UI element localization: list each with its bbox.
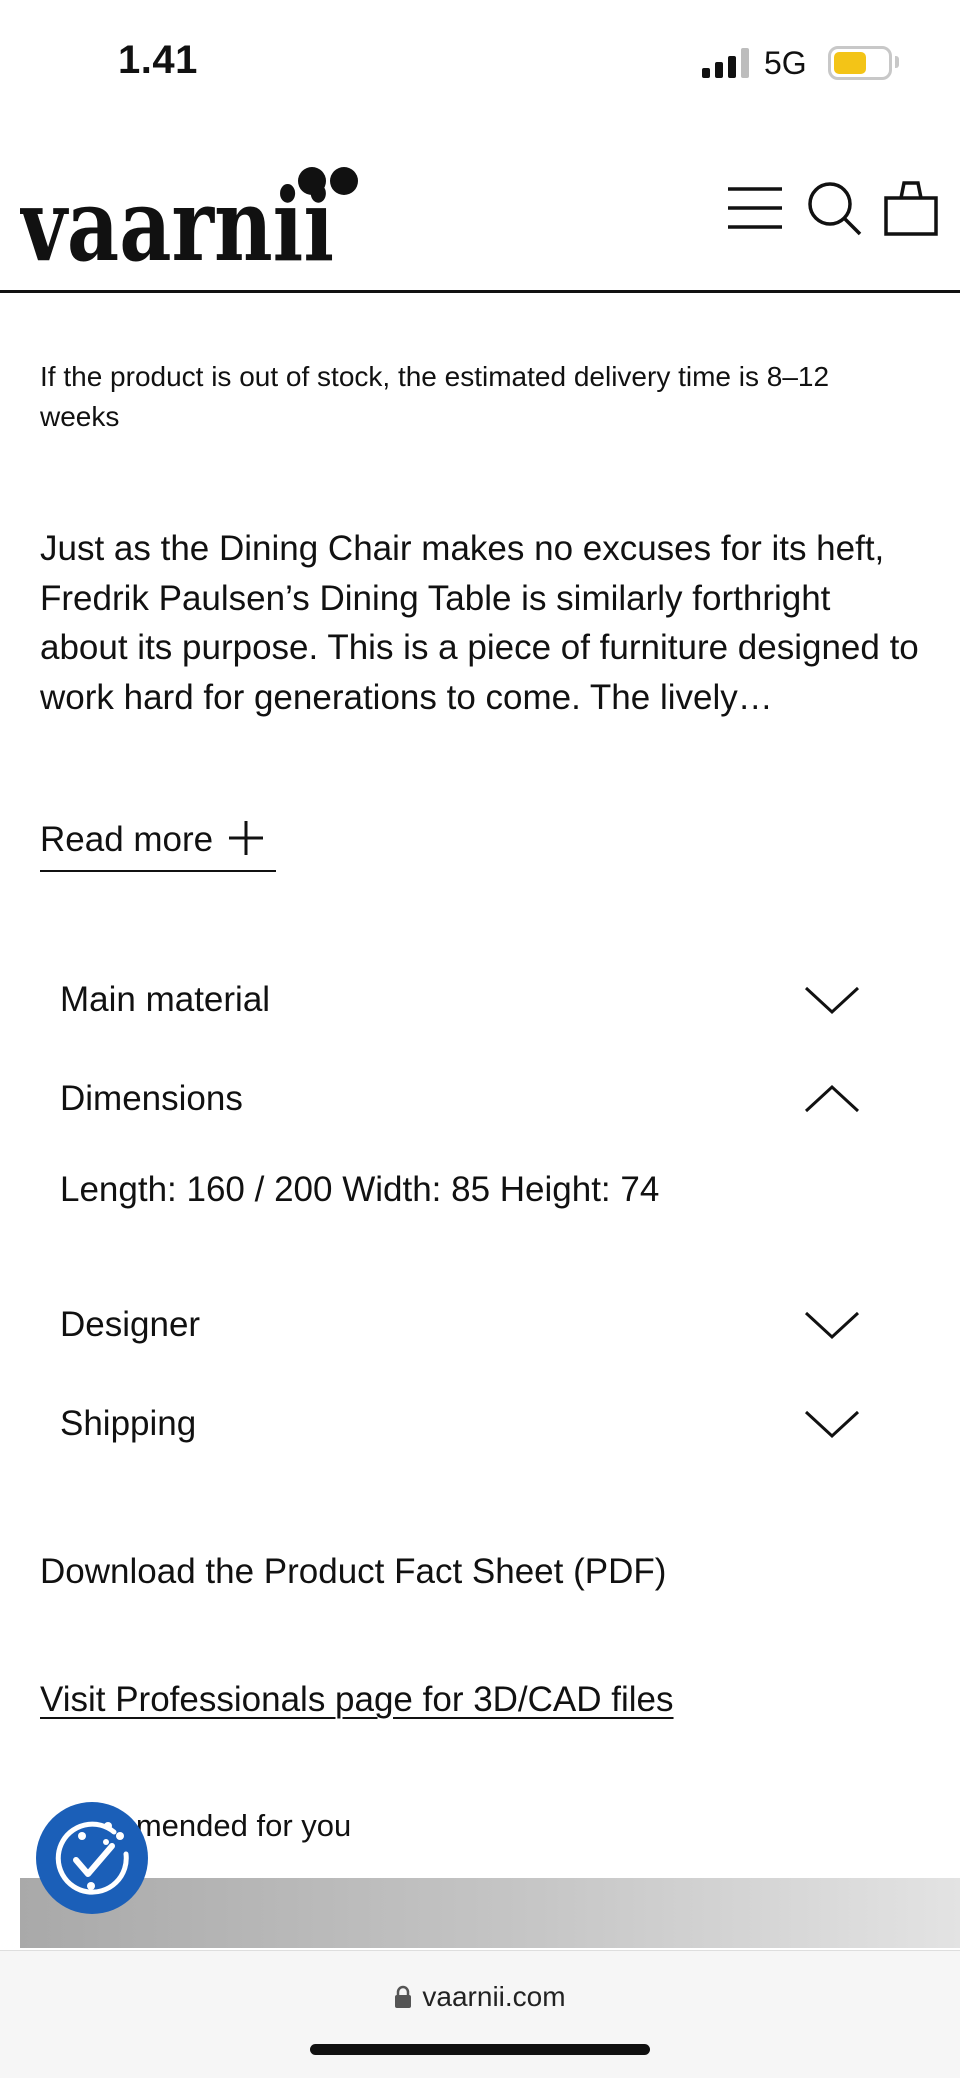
accordion-label: Shipping [60, 1404, 197, 1443]
chevron-down-icon [804, 986, 860, 1015]
battery-icon [828, 46, 892, 80]
accordion-designer[interactable]: Designer [60, 1295, 860, 1355]
recommended-product-image[interactable] [20, 1878, 960, 1948]
chevron-down-icon [804, 1410, 860, 1439]
site-header: vaarnii [0, 130, 960, 293]
chevron-up-icon [804, 1084, 860, 1113]
accordion-dimensions[interactable]: Dimensions [60, 1069, 860, 1129]
browser-bottom-bar: vaarnii.com [0, 1950, 960, 2078]
status-bar: 1.41 5G [0, 0, 960, 130]
header-icons [726, 178, 938, 238]
signal-strength-icon [702, 48, 750, 78]
professionals-page-link[interactable]: Visit Professionals page for 3D/CAD file… [40, 1680, 674, 1720]
dimensions-content: Length: 160 / 200 Width: 85 Height: 74 [60, 1170, 660, 1209]
cookie-check-icon [55, 1821, 129, 1895]
accordion-shipping[interactable]: Shipping [60, 1394, 860, 1454]
network-type: 5G [764, 45, 807, 81]
vaarnii-logo[interactable]: vaarnii [20, 148, 366, 268]
menu-icon[interactable] [726, 185, 784, 231]
product-description: Just as the Dining Chair makes no excuse… [40, 529, 919, 717]
read-more-button[interactable]: Read more [40, 810, 276, 872]
url-text: vaarnii.com [422, 1981, 566, 2012]
search-icon[interactable] [806, 180, 862, 236]
download-fact-sheet-link[interactable]: Download the Product Fact Sheet (PDF) [40, 1552, 666, 1592]
accordion-main-material[interactable]: Main material [60, 970, 860, 1030]
lock-icon [395, 1985, 412, 2008]
battery-cap [895, 56, 899, 68]
bag-icon[interactable] [884, 180, 938, 236]
delivery-note: If the product is out of stock, the esti… [40, 361, 830, 432]
logo-text: vaarnii [20, 166, 334, 268]
plus-icon [229, 821, 264, 855]
accordion-label: Dimensions [60, 1079, 243, 1118]
accordion-label: Main material [60, 980, 271, 1019]
status-time: 1.41 [118, 38, 198, 82]
cookie-consent-button[interactable] [36, 1802, 148, 1914]
accordion-label: Designer [60, 1305, 201, 1344]
home-indicator[interactable] [310, 2044, 650, 2055]
address-bar[interactable]: vaarnii.com [0, 1981, 960, 2013]
read-more-label: Read more [40, 820, 214, 859]
chevron-down-icon [804, 1311, 860, 1340]
